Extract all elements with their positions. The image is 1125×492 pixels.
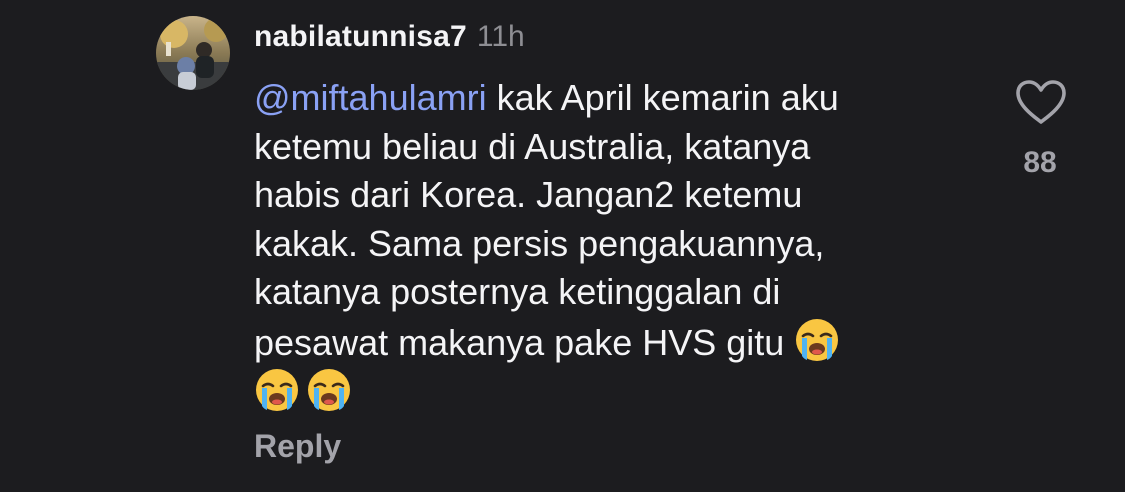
comment-line: ketemu beliau di Australia, katanya: [254, 125, 811, 167]
comment-header: nabilatunnisa7 11h: [254, 20, 525, 60]
crying-face-emoji-icon: [306, 367, 352, 413]
timestamp: 11h: [476, 20, 525, 53]
like-button[interactable]: [1014, 78, 1068, 126]
username[interactable]: nabilatunnisa7: [254, 20, 467, 54]
avatar[interactable]: [156, 16, 230, 90]
like-count: 88: [1023, 146, 1057, 179]
comment-text: @miftahulamri kak April kemarin aku ketem…: [254, 74, 974, 418]
crying-face-emoji-icon: [794, 317, 840, 363]
mention-link[interactable]: @miftahulamri: [254, 77, 487, 118]
comment-line: katanya posternya ketinggalan di: [254, 271, 781, 312]
heart-outline-icon: [1016, 80, 1066, 124]
crying-face-emoji-icon: [254, 367, 300, 413]
comment-line: kak April kemarin aku: [486, 77, 839, 118]
comment-line: habis dari Korea. Jangan2 ketemu: [254, 174, 803, 215]
comment-line: kakak. Sama persis pengakuannya,: [254, 222, 825, 264]
reply-button[interactable]: Reply: [254, 428, 341, 465]
comment-line: pesawat makanya pake HVS gitu: [254, 321, 795, 363]
